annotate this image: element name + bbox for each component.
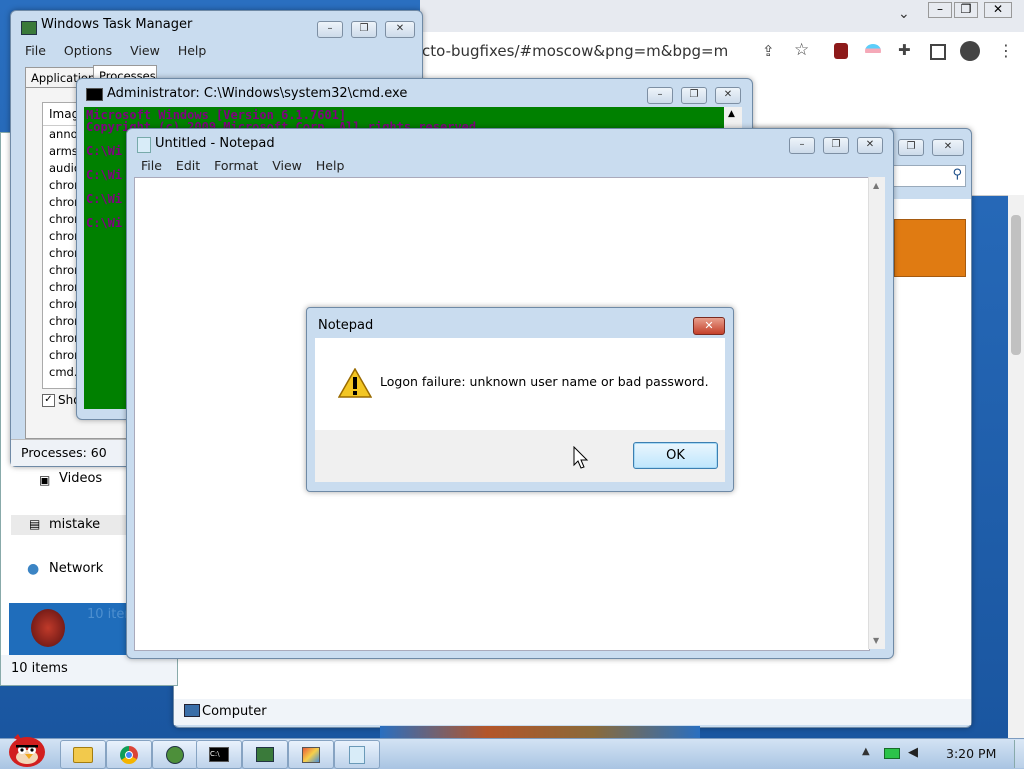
start-button[interactable] <box>4 730 50 768</box>
browser-minimize-button[interactable]: – <box>928 2 952 18</box>
taskbar-paint-button[interactable] <box>288 740 334 769</box>
tm-process-count: Processes: 60 <box>21 445 107 460</box>
error-dialog: Notepad ✕ Logon failure: unknown user na… <box>306 307 734 492</box>
notepad-icon <box>349 745 365 764</box>
browser-scrollbar-track[interactable] <box>1008 195 1024 740</box>
search-icon[interactable]: ⚲ <box>952 167 962 182</box>
tm-restore-button[interactable]: ❐ <box>351 21 377 38</box>
notepad-title: Untitled - Notepad <box>155 136 275 151</box>
taskbar-clock[interactable]: 3:20 PM <box>946 746 996 761</box>
notepad-scrollbar[interactable]: ▲ ▼ <box>868 177 885 649</box>
nav-item-label: Videos <box>59 471 103 486</box>
ok-button[interactable]: OK <box>633 442 718 469</box>
tm-menu-view[interactable]: View <box>130 43 160 58</box>
ok-label: OK <box>666 448 685 463</box>
explorer-status-bar: Computer <box>174 699 971 725</box>
dialog-close-button[interactable]: ✕ <box>693 317 725 335</box>
tray-expand-icon[interactable]: ▲ <box>862 746 870 757</box>
nav-item-mistake[interactable]: ▤ mistake <box>11 515 141 535</box>
video-icon: ▣ <box>39 473 51 487</box>
notepad-menubar: File Edit Format View Help <box>141 158 344 173</box>
explorer-icon <box>73 746 93 763</box>
explorer-status-left: 10 items <box>1 655 177 685</box>
tm-menu-file[interactable]: File <box>25 43 46 58</box>
taskbar-notepad-button[interactable] <box>334 740 380 769</box>
media-icon <box>166 745 184 764</box>
address-bar[interactable]: cto-bugfixes/#moscow&png=m&bpg=m <box>420 36 750 66</box>
network-icon: ● <box>27 561 40 577</box>
tm-menu-help[interactable]: Help <box>178 43 207 58</box>
menu-icon[interactable]: ⋮ <box>998 41 1014 60</box>
task-manager-icon <box>256 747 274 762</box>
puzzle-icon[interactable]: ✚ <box>898 41 911 59</box>
cmd-title: Administrator: C:\Windows\system32\cmd.e… <box>107 86 408 101</box>
np-menu-edit[interactable]: Edit <box>176 158 200 173</box>
mouse-cursor-icon <box>573 446 589 469</box>
task-manager-title: Windows Task Manager <box>41 17 193 32</box>
status-computer: Computer <box>202 704 267 719</box>
folder-thumbnail-icon <box>31 609 65 647</box>
notepad-close-button[interactable]: ✕ <box>857 137 883 154</box>
cmd-icon: C:\ <box>209 747 229 762</box>
tm-close-button[interactable]: ✕ <box>385 21 415 38</box>
notepad-minimize-button[interactable]: – <box>789 137 815 154</box>
cmd-minimize-button[interactable]: – <box>647 87 673 104</box>
task-manager-icon <box>21 21 37 35</box>
address-text: cto-bugfixes/#moscow&png=m&bpg=m <box>422 42 729 60</box>
share-icon[interactable]: ⇪ <box>762 42 775 60</box>
battery-icon[interactable] <box>884 748 900 759</box>
explorer-restore-button[interactable]: ❐ <box>898 139 924 156</box>
show-all-checkbox[interactable]: ✓ <box>42 394 55 407</box>
np-menu-file[interactable]: File <box>141 158 162 173</box>
scroll-down-icon[interactable]: ▼ <box>873 636 879 645</box>
np-menu-format[interactable]: Format <box>214 158 258 173</box>
extension-icon[interactable] <box>865 44 881 58</box>
items-count: 10 items <box>11 661 68 676</box>
dialog-title: Notepad <box>318 318 374 333</box>
scroll-up-icon[interactable]: ▲ <box>873 181 879 190</box>
cmd-close-button[interactable]: ✕ <box>715 87 741 104</box>
star-icon[interactable]: ☆ <box>794 40 809 60</box>
scroll-up-icon[interactable]: ▲ <box>728 109 735 119</box>
taskbar-explorer-button[interactable] <box>60 740 106 769</box>
paint-icon <box>302 746 320 763</box>
dialog-body: Logon failure: unknown user name or bad … <box>315 338 725 430</box>
disk-icon: ▤ <box>29 517 41 531</box>
chrome-icon <box>120 745 138 764</box>
np-menu-help[interactable]: Help <box>316 158 345 173</box>
explorer-search-box[interactable]: ⚲ <box>890 165 966 187</box>
dialog-message: Logon failure: unknown user name or bad … <box>380 374 709 389</box>
chevron-down-icon[interactable]: ⌄ <box>898 6 910 22</box>
explorer-orange-banner <box>894 219 966 277</box>
browser-scrollbar-thumb[interactable] <box>1011 215 1021 355</box>
computer-icon <box>184 704 200 717</box>
tm-menu-options[interactable]: Options <box>64 43 112 58</box>
taskbar-task-manager-button[interactable] <box>242 740 288 769</box>
nav-item-label: Network <box>49 561 104 576</box>
taskbar-cmd-button[interactable]: C:\ <box>196 740 242 769</box>
volume-icon[interactable]: ◀ <box>908 745 918 760</box>
notepad-icon <box>137 137 151 153</box>
taskbar-media-button[interactable] <box>152 740 198 769</box>
np-menu-view[interactable]: View <box>272 158 302 173</box>
profile-icon[interactable] <box>960 41 980 61</box>
tm-minimize-button[interactable]: – <box>317 21 343 38</box>
cmd-restore-button[interactable]: ❐ <box>681 87 707 104</box>
sidebar-icon[interactable] <box>930 44 946 60</box>
notepad-restore-button[interactable]: ❐ <box>823 137 849 154</box>
browser-restore-button[interactable]: ❐ <box>954 2 978 18</box>
tm-menubar: File Options View Help <box>25 43 206 58</box>
taskbar-chrome-button[interactable] <box>106 740 152 769</box>
cmd-icon <box>86 88 103 101</box>
show-desktop-button[interactable] <box>1014 740 1024 768</box>
browser-close-button[interactable]: ✕ <box>984 2 1012 18</box>
nav-item-label: mistake <box>49 517 101 532</box>
ublock-icon[interactable] <box>834 43 848 59</box>
warning-icon <box>338 368 372 398</box>
explorer-close-button[interactable]: ✕ <box>932 139 964 156</box>
